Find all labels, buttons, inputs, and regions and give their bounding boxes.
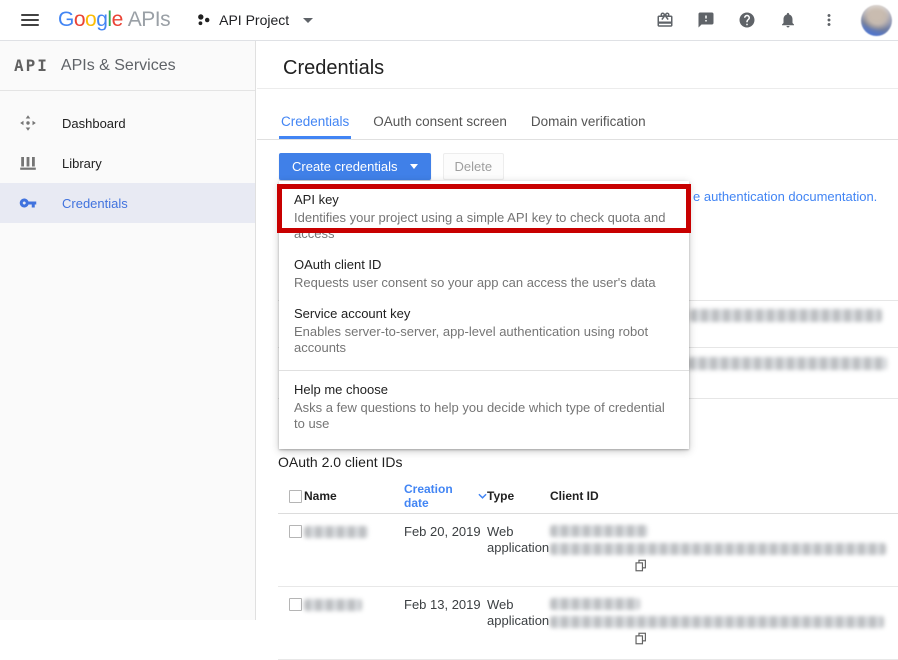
more-vert-icon[interactable] (820, 11, 838, 29)
google-apis-logo: Google APIs (58, 8, 170, 32)
redacted-client-name (304, 526, 368, 538)
tab-domain-verification[interactable]: Domain verification (529, 114, 648, 139)
dropdown-item-service-account-key[interactable]: Service account key Enables server-to-se… (279, 300, 689, 365)
oauth-client-ids-table: Name Creation date Type Client ID Feb 20… (278, 479, 898, 660)
sort-chevron-down-icon (478, 493, 487, 499)
apis-logo-suffix: APIs (128, 8, 170, 32)
api-product-logo: API (14, 56, 49, 75)
project-name: API Project (219, 12, 289, 28)
type-cell: Web application (487, 597, 550, 629)
sidebar-header: API APIs & Services (0, 41, 255, 91)
oauth-section-title: OAuth 2.0 client IDs (278, 454, 403, 470)
account-avatar[interactable] (861, 5, 892, 36)
project-selector[interactable]: API Project (196, 12, 313, 28)
row-checkbox[interactable] (289, 598, 302, 611)
redacted-api-key-row (690, 309, 882, 322)
creation-date-cell: Feb 20, 2019 (404, 524, 487, 540)
sidebar-title: APIs & Services (61, 57, 176, 75)
chevron-down-icon (410, 164, 418, 169)
dropdown-item-help-me-choose[interactable]: Help me choose Asks a few questions to h… (279, 376, 689, 441)
client-id-cell (550, 597, 898, 650)
project-icon (196, 12, 212, 28)
copy-icon[interactable] (634, 558, 648, 573)
type-cell: Web application (487, 524, 550, 556)
sidebar-item-library[interactable]: Library (0, 143, 255, 183)
table-header-row: Name Creation date Type Client ID (278, 479, 898, 514)
row-checkbox[interactable] (289, 525, 302, 538)
main-content: Credentials Credentials OAuth consent sc… (257, 41, 898, 620)
copy-icon[interactable] (634, 631, 648, 646)
redacted-api-key-row (688, 357, 887, 370)
sidebar: API APIs & Services Dashboard Library Cr… (0, 41, 256, 620)
tab-credentials[interactable]: Credentials (279, 114, 351, 139)
menu-hamburger-icon[interactable] (21, 14, 39, 26)
feedback-icon[interactable] (697, 11, 715, 29)
dropdown-item-api-key[interactable]: API key Identifies your project using a … (279, 186, 689, 251)
library-icon (19, 154, 37, 172)
redacted-client-name (304, 599, 362, 611)
notifications-bell-icon[interactable] (779, 11, 797, 29)
divider (279, 370, 689, 371)
redacted-client-id (550, 543, 886, 555)
tab-oauth-consent-screen[interactable]: OAuth consent screen (371, 114, 509, 139)
tab-bar: Credentials OAuth consent screen Domain … (257, 89, 898, 140)
page-title: Credentials (257, 41, 898, 80)
redacted-client-id (550, 616, 884, 628)
creation-date-cell: Feb 13, 2019 (404, 597, 487, 613)
table-row[interactable]: Feb 20, 2019 Web application (278, 514, 898, 587)
redacted-client-id (550, 525, 648, 537)
delete-button[interactable]: Delete (443, 153, 505, 180)
authentication-documentation-link[interactable]: e authentication documentation. (693, 189, 877, 204)
gift-icon[interactable] (656, 11, 674, 29)
action-buttons: Create credentials Delete (279, 153, 504, 180)
sidebar-item-credentials[interactable]: Credentials (0, 183, 255, 223)
column-header-client-id[interactable]: Client ID (550, 489, 898, 503)
help-icon[interactable] (738, 11, 756, 29)
client-id-cell (550, 524, 898, 577)
column-header-name[interactable]: Name (304, 489, 404, 503)
dashboard-icon (19, 114, 37, 132)
redacted-client-id (550, 598, 640, 610)
create-credentials-button[interactable]: Create credentials (279, 153, 431, 180)
column-header-type[interactable]: Type (487, 489, 550, 503)
column-header-creation-date[interactable]: Creation date (404, 482, 487, 510)
table-row[interactable]: Feb 13, 2019 Web application (278, 587, 898, 660)
page-header: Credentials (257, 41, 898, 89)
sidebar-item-dashboard[interactable]: Dashboard (0, 103, 255, 143)
topbar: Google APIs API Project (0, 0, 898, 41)
dropdown-item-oauth-client-id[interactable]: OAuth client ID Requests user consent so… (279, 251, 689, 300)
create-credentials-dropdown: API key Identifies your project using a … (279, 181, 689, 449)
select-all-checkbox[interactable] (289, 490, 302, 503)
key-icon (19, 194, 37, 212)
sidebar-nav: Dashboard Library Credentials (0, 103, 255, 223)
chevron-down-icon (303, 18, 313, 23)
topbar-actions (656, 5, 898, 36)
